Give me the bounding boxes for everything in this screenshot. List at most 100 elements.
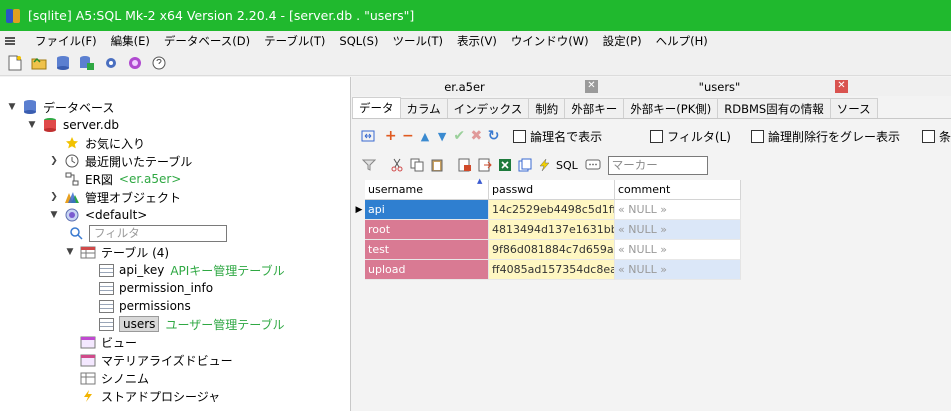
menu-window[interactable]: ウインドウ(W) <box>504 33 596 49</box>
delete-row-icon[interactable]: − <box>400 127 415 145</box>
paste-icon[interactable] <box>428 156 446 174</box>
new-file-icon[interactable] <box>4 52 26 74</box>
subtab-data[interactable]: データ <box>352 97 401 118</box>
tree-node-stored-procedures[interactable]: ストアドプロシージャ <box>80 387 220 405</box>
subtab-source[interactable]: ソース <box>829 98 878 118</box>
cell-username[interactable]: root <box>365 220 489 240</box>
cell-username[interactable]: api <box>365 200 489 220</box>
cell-comment[interactable]: « NULL » <box>615 200 741 220</box>
tree-node-er-diagram[interactable]: ER図 <er.a5er> <box>48 170 181 188</box>
add-row-icon[interactable]: + <box>383 127 398 145</box>
close-icon[interactable]: ✕ <box>585 80 598 93</box>
copy-icon[interactable] <box>408 156 426 174</box>
refresh-icon[interactable]: ↻ <box>486 127 501 145</box>
tree-node-database[interactable]: ▼ データベース <box>6 98 114 116</box>
chevron-down-icon[interactable]: ▼ <box>26 120 38 130</box>
move-up-icon[interactable]: ▲ <box>417 127 432 145</box>
tree-node-tables[interactable]: ▼ テーブル (4) <box>64 243 170 261</box>
filter-funnel-icon[interactable] <box>360 156 378 174</box>
subtab-foreign-keys[interactable]: 外部キー <box>564 98 625 118</box>
tree-node-table-users[interactable]: users ユーザー管理テーブル <box>98 315 284 333</box>
checkbox-box[interactable] <box>921 129 935 143</box>
subtab-constraints[interactable]: 制約 <box>528 98 566 118</box>
connect-db-icon[interactable] <box>52 52 74 74</box>
tree-node-default-schema[interactable]: ▼ <default> <box>48 206 148 224</box>
chevron-right-icon[interactable]: ❯ <box>48 156 60 166</box>
menu-tools[interactable]: ツール(T) <box>385 33 450 49</box>
comment-icon[interactable] <box>584 156 602 174</box>
view-icon <box>80 334 96 350</box>
tree-node-table-permission-info[interactable]: permission_info <box>98 279 213 297</box>
chevron-down-icon[interactable]: ▼ <box>64 247 76 257</box>
export-icon[interactable] <box>476 156 494 174</box>
plugin-icon[interactable] <box>124 52 146 74</box>
tree-node-favorites[interactable]: お気に入り <box>48 134 145 152</box>
tree-label: ER図 <box>85 172 113 187</box>
cut-icon[interactable] <box>388 156 406 174</box>
menu-table[interactable]: テーブル(T) <box>257 33 332 49</box>
tree-node-recent-tables[interactable]: ❯ 最近開いたテーブル <box>48 152 192 170</box>
tree-node-server-db[interactable]: ▼ server.db <box>26 116 119 134</box>
tree-node-synonyms[interactable]: シノニム <box>80 369 149 387</box>
checkbox-label: フィルタ(L) <box>667 129 731 144</box>
logical-names-checkbox[interactable]: 論理名で表示 <box>513 128 602 145</box>
checkbox-box[interactable] <box>513 129 527 143</box>
truncated-checkbox[interactable]: 条 <box>921 128 951 145</box>
subtab-indexes[interactable]: インデックス <box>446 98 530 118</box>
column-header-username[interactable]: username <box>365 180 489 200</box>
tree-node-table-permissions[interactable]: permissions <box>98 297 191 315</box>
filter-checkbox[interactable]: フィルタ(L) <box>650 128 731 145</box>
menu-settings[interactable]: 設定(P) <box>596 33 649 49</box>
subtab-foreign-keys-pk[interactable]: 外部キー(PK側) <box>623 98 719 118</box>
menu-file[interactable]: ファイル(F) <box>28 33 104 49</box>
logical-delete-gray-checkbox[interactable]: 論理削除行をグレー表示 <box>750 128 900 145</box>
tree-node-table-api-key[interactable]: api_key APIキー管理テーブル <box>98 261 285 279</box>
duplicate-icon[interactable] <box>516 156 534 174</box>
subtab-rdbms-info[interactable]: RDBMS固有の情報 <box>717 98 831 118</box>
close-icon[interactable]: ✕ <box>835 80 848 93</box>
disconnect-db-icon[interactable] <box>76 52 98 74</box>
lightning-icon[interactable] <box>536 156 554 174</box>
excel-icon[interactable] <box>496 156 514 174</box>
move-down-icon[interactable]: ▼ <box>435 127 450 145</box>
menu-database[interactable]: データベース(D) <box>157 33 257 49</box>
checkbox-box[interactable] <box>750 129 764 143</box>
column-header-passwd[interactable]: passwd ▲ <box>477 177 615 200</box>
cell-username[interactable]: upload <box>365 260 489 280</box>
marker-input[interactable]: マーカー <box>607 155 708 175</box>
tree-node-admin-objects[interactable]: ❯ 管理オブジェクト <box>48 188 181 206</box>
import-icon[interactable] <box>456 156 474 174</box>
fit-columns-icon[interactable] <box>360 127 375 145</box>
subtab-columns[interactable]: カラム <box>399 98 448 118</box>
cell-comment[interactable]: « NULL » <box>615 260 741 280</box>
chevron-right-icon[interactable]: ❯ <box>48 192 60 202</box>
cell-passwd[interactable]: 14c2529eb4498c5d1ffd6 <box>489 200 615 220</box>
chevron-down-icon[interactable]: ▼ <box>6 102 18 112</box>
commit-check-icon[interactable]: ✔ <box>452 127 467 145</box>
sql-button[interactable]: SQL <box>556 156 578 174</box>
cell-passwd[interactable]: ff4085ad157354dc8ea67 <box>489 260 615 280</box>
tree-filter-input[interactable]: フィルタ <box>89 224 227 242</box>
menu-view[interactable]: 表示(V) <box>450 33 504 49</box>
document-tabs: er.a5er ✕ "users" ✕ <box>352 77 951 96</box>
open-folder-icon[interactable] <box>28 52 50 74</box>
column-header-comment[interactable]: comment <box>615 180 741 200</box>
menu-help[interactable]: ヘルプ(H) <box>649 33 715 49</box>
settings-gear-icon[interactable] <box>100 52 122 74</box>
tab-users[interactable]: "users" ✕ <box>607 77 862 96</box>
tree-node-views[interactable]: ビュー <box>80 333 137 351</box>
menu-sql[interactable]: SQL(S) <box>332 34 385 48</box>
cell-comment[interactable]: « NULL » <box>615 220 741 240</box>
chevron-down-icon[interactable]: ▼ <box>48 210 60 220</box>
cell-username[interactable]: test <box>365 240 489 260</box>
menu-edit[interactable]: 編集(E) <box>104 33 157 49</box>
cancel-x-icon[interactable]: ✖ <box>469 127 484 145</box>
checkbox-box[interactable] <box>650 129 664 143</box>
help-icon[interactable] <box>148 52 170 74</box>
tab-er-a5er[interactable]: er.a5er ✕ <box>352 77 607 96</box>
cell-comment[interactable]: « NULL » <box>615 240 741 260</box>
tree-node-materialized-views[interactable]: マテリアライズドビュー <box>80 351 233 369</box>
tree-label: お気に入り <box>85 136 146 151</box>
cell-passwd[interactable]: 9f86d081884c7d659a2fe <box>489 240 615 260</box>
cell-passwd[interactable]: 4813494d137e1631bba3 <box>489 220 615 240</box>
